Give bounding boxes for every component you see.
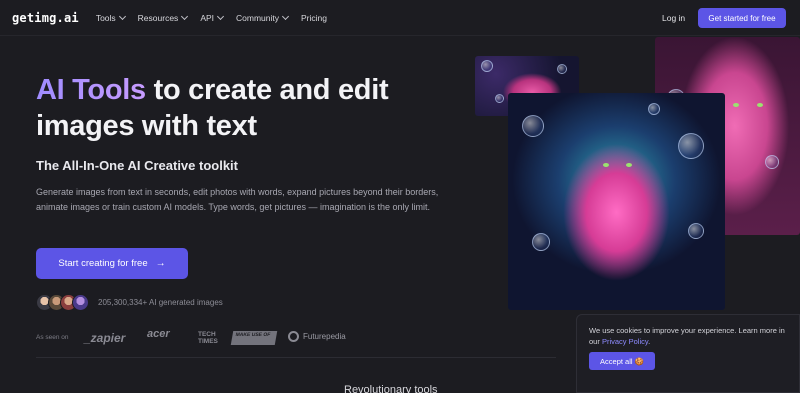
nav-community-label: Community [236,12,279,23]
avatar [72,294,89,311]
nav-tools[interactable]: Tools [95,12,126,23]
get-started-button[interactable]: Get started for free [698,8,786,28]
login-link[interactable]: Log in [662,13,685,23]
start-creating-label: Start creating for free [58,258,148,269]
make-use-of-logo: MAKE USE OF [230,331,278,345]
bubble [481,60,493,72]
start-creating-button[interactable]: Start creating for free → [36,248,188,279]
next-section-heading: Revolutionary tools [344,384,438,393]
hero-title-highlight: AI Tools [36,74,146,106]
nav-links: Tools Resources API Community Pricing [95,12,327,23]
hero-image-main [508,93,725,310]
chevron-down-icon [118,12,126,20]
hero-title: AI Tools to create and edit images with … [36,72,456,144]
nav-community[interactable]: Community [236,12,290,23]
cat-eye [603,163,609,167]
chevron-down-icon [216,12,225,20]
bubble [557,64,567,74]
cat-eye [626,163,632,167]
top-navbar: getimg.ai Tools Resources API Community … [0,0,800,36]
nav-api-label: API [200,12,215,23]
nav-tools-label: Tools [95,12,116,23]
bubble [648,103,660,115]
bubble [495,94,504,103]
bubble [522,115,544,137]
chevron-down-icon [181,12,189,20]
nav-resources-label: Resources [137,12,179,23]
futurepedia-label: Futurepedia [303,332,346,341]
bubble [765,155,779,169]
cat-eye [733,103,739,107]
bubble [688,223,704,239]
futurepedia-logo: Futurepedia [288,331,346,342]
section-divider [36,357,556,358]
chevron-down-icon [281,12,290,20]
nav-pricing[interactable]: Pricing [301,13,327,23]
privacy-policy-link[interactable]: Privacy Policy [602,337,648,346]
acer-logo: acer [147,328,170,340]
user-avatars [36,294,89,311]
nav-pricing-label: Pricing [301,12,327,23]
cookie-text: We use cookies to improve your experienc… [589,325,789,347]
hero-subtitle: The All-In-One AI Creative toolkit [36,158,239,173]
cookie-text-end: . [648,337,651,346]
tech-times-logo: TECH TIMES [198,331,218,345]
arrow-right-icon: → [155,258,166,269]
site-logo[interactable]: getimg.ai [12,11,79,25]
futurepedia-icon [288,331,299,342]
nav-api[interactable]: API [200,12,225,23]
zapier-logo: _zapier [84,331,126,345]
accept-cookies-button[interactable]: Accept all 🍪 [589,352,655,370]
cat-eye [757,103,763,107]
cookie-banner: We use cookies to improve your experienc… [576,314,800,393]
generated-count: 205,300,334+ AI generated images [98,298,223,307]
bubble [678,133,704,159]
hero-description: Generate images from text in seconds, ed… [36,187,439,212]
nav-resources[interactable]: Resources [137,12,189,23]
bubble [532,233,550,251]
seen-on-label: As seen on [36,334,69,341]
